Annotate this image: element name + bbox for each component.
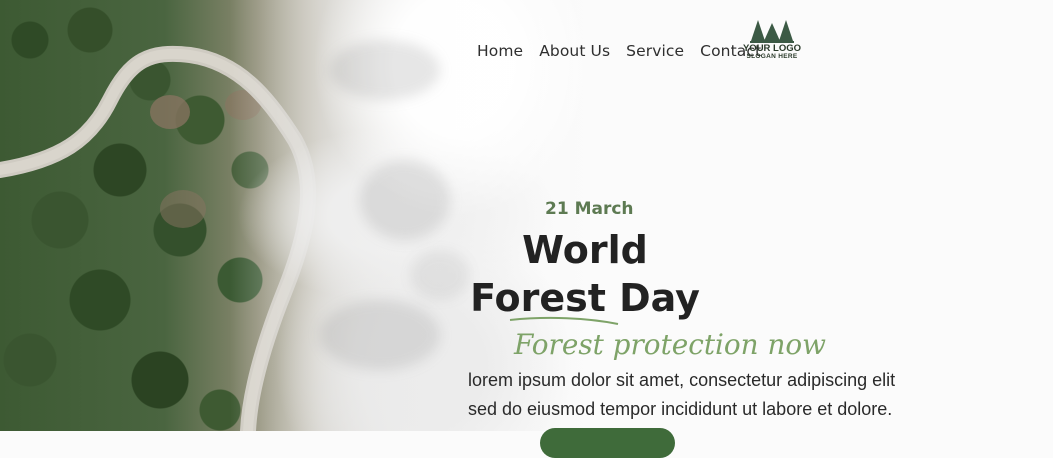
pine-trees-icon [750,20,794,43]
description-line-1: lorem ipsum dolor sit amet, consectetur … [468,370,896,390]
script-tagline-text: Forest protection now [513,328,826,361]
nav-about-us[interactable]: About Us [539,42,610,60]
nav-service[interactable]: Service [626,42,684,60]
main-nav: Home About Us Service Contact [477,42,761,60]
nav-home[interactable]: Home [477,42,523,60]
hero-description: lorem ipsum dolor sit amet, consectetur … [468,366,958,424]
event-date: 21 March [545,199,634,219]
title-line-2: Forest Day [470,276,700,320]
title-line-1: World [522,228,648,272]
description-line-2: sed do eiusmod tempor incididunt ut labo… [468,399,893,419]
logo-name: YOUR LOGO [742,43,802,54]
cta-button[interactable] [540,428,675,458]
logo[interactable]: YOUR LOGO SLOGAN HERE [742,19,802,63]
page-title: World Forest Day [470,226,700,322]
logo-slogan: SLOGAN HERE [746,53,798,60]
